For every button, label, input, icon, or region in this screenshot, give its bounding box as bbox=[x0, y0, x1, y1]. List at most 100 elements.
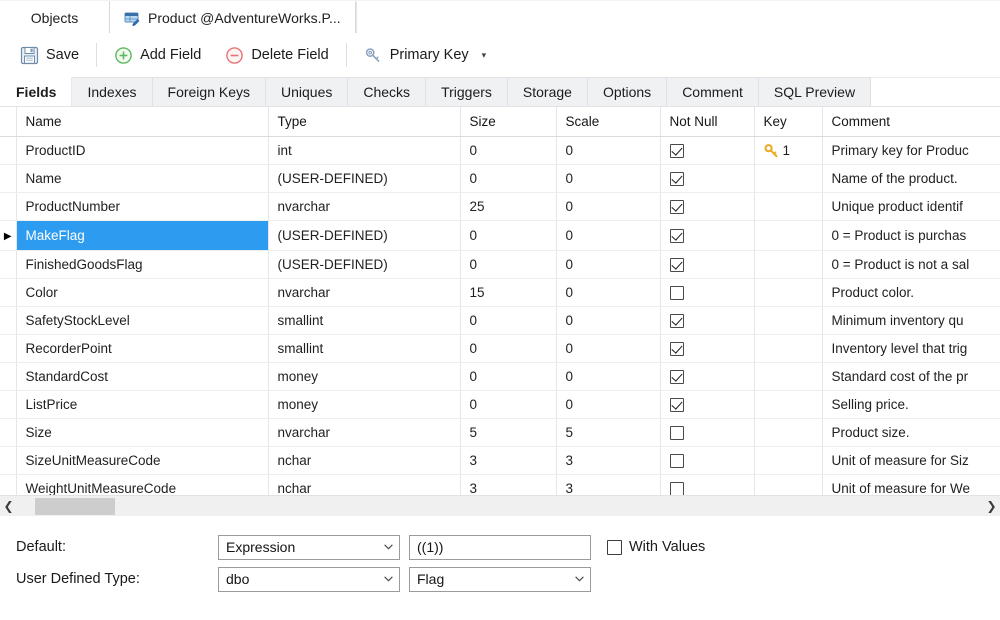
cell-scale[interactable]: 3 bbox=[556, 446, 661, 475]
table-row[interactable]: WeightUnitMeasureCode nchar 3 3 Unit of meas… bbox=[0, 474, 1000, 495]
tab-foreign-keys[interactable]: Foreign Keys bbox=[152, 77, 266, 106]
not-null-checkbox[interactable] bbox=[669, 482, 684, 495]
cell-scale[interactable]: 0 bbox=[556, 362, 661, 391]
cell-name[interactable]: SizeUnitMeasureCode bbox=[16, 446, 269, 475]
cell-key[interactable] bbox=[754, 474, 823, 495]
row-indicator[interactable] bbox=[0, 418, 17, 447]
cell-size[interactable]: 0 bbox=[460, 362, 557, 391]
tab-triggers[interactable]: Triggers bbox=[426, 77, 508, 106]
cell-not-null[interactable] bbox=[660, 306, 755, 335]
not-null-checkbox[interactable] bbox=[669, 172, 684, 187]
column-header-not-null[interactable]: Not Null bbox=[660, 107, 755, 137]
row-indicator[interactable] bbox=[0, 278, 17, 307]
cell-key[interactable] bbox=[754, 192, 823, 221]
cell-scale[interactable]: 0 bbox=[556, 192, 661, 221]
cell-size[interactable]: 0 bbox=[460, 306, 557, 335]
cell-not-null[interactable] bbox=[660, 334, 755, 363]
cell-name[interactable]: ProductID bbox=[16, 136, 269, 165]
cell-type[interactable]: nvarchar bbox=[268, 418, 461, 447]
not-null-checkbox[interactable] bbox=[669, 258, 684, 273]
cell-type[interactable]: (USER-DEFINED) bbox=[268, 250, 461, 279]
cell-not-null[interactable] bbox=[660, 250, 755, 279]
cell-name[interactable]: StandardCost bbox=[16, 362, 269, 391]
not-null-checkbox[interactable] bbox=[669, 426, 684, 441]
column-header-comment[interactable]: Comment bbox=[822, 107, 1000, 137]
cell-key[interactable] bbox=[754, 334, 823, 363]
with-values-checkbox[interactable]: With Values bbox=[607, 539, 705, 555]
cell-key[interactable] bbox=[754, 250, 823, 279]
cell-name[interactable]: RecorderPoint bbox=[16, 334, 269, 363]
row-indicator[interactable] bbox=[0, 362, 17, 391]
cell-comment[interactable]: Primary key for Produc bbox=[822, 136, 1000, 165]
row-indicator[interactable]: ▶ bbox=[0, 220, 17, 251]
scrollbar-track[interactable] bbox=[17, 496, 983, 517]
cell-type[interactable]: money bbox=[268, 362, 461, 391]
cell-comment[interactable]: Product size. bbox=[822, 418, 1000, 447]
cell-not-null[interactable] bbox=[660, 136, 755, 165]
row-indicator[interactable] bbox=[0, 136, 17, 165]
cell-key[interactable] bbox=[754, 220, 823, 251]
row-indicator[interactable] bbox=[0, 390, 17, 419]
table-row[interactable]: StandardCost money 0 0 Standard cost of the … bbox=[0, 362, 1000, 391]
cell-size[interactable]: 3 bbox=[460, 446, 557, 475]
tab-sql-preview[interactable]: SQL Preview bbox=[758, 77, 872, 106]
cell-type[interactable]: money bbox=[268, 390, 461, 419]
cell-size[interactable]: 15 bbox=[460, 278, 557, 307]
cell-scale[interactable]: 0 bbox=[556, 390, 661, 419]
table-row[interactable]: FinishedGoodsFlag (USER-DEFINED) 0 0 0 = Pro… bbox=[0, 250, 1000, 279]
cell-name[interactable]: Name bbox=[16, 164, 269, 193]
scroll-left-arrow-icon[interactable]: ❮ bbox=[0, 496, 17, 517]
row-indicator[interactable] bbox=[0, 164, 17, 193]
table-row[interactable]: Name (USER-DEFINED) 0 0 Name of the product. bbox=[0, 164, 1000, 193]
cell-comment[interactable]: Name of the product. bbox=[822, 164, 1000, 193]
cell-not-null[interactable] bbox=[660, 192, 755, 221]
not-null-checkbox[interactable] bbox=[669, 342, 684, 357]
cell-not-null[interactable] bbox=[660, 390, 755, 419]
cell-type[interactable]: smallint bbox=[268, 306, 461, 335]
cell-scale[interactable]: 0 bbox=[556, 136, 661, 165]
cell-name[interactable]: ProductNumber bbox=[16, 192, 269, 221]
cell-scale[interactable]: 0 bbox=[556, 250, 661, 279]
column-header-scale[interactable]: Scale bbox=[556, 107, 661, 137]
cell-not-null[interactable] bbox=[660, 278, 755, 307]
cell-comment[interactable]: Standard cost of the pr bbox=[822, 362, 1000, 391]
cell-type[interactable]: (USER-DEFINED) bbox=[268, 164, 461, 193]
table-row[interactable]: ListPrice money 0 0 Selling price. bbox=[0, 390, 1000, 419]
cell-name[interactable]: MakeFlag bbox=[16, 220, 269, 251]
tab-fields[interactable]: Fields bbox=[0, 77, 73, 106]
table-row[interactable]: ProductNumber nvarchar 25 0 Unique product i… bbox=[0, 192, 1000, 221]
cell-not-null[interactable] bbox=[660, 164, 755, 193]
cell-name[interactable]: WeightUnitMeasureCode bbox=[16, 474, 269, 495]
cell-size[interactable]: 0 bbox=[460, 164, 557, 193]
with-values-checkbox-box[interactable] bbox=[607, 539, 622, 555]
cell-size[interactable]: 0 bbox=[460, 334, 557, 363]
tab-options[interactable]: Options bbox=[587, 77, 668, 106]
cell-size[interactable]: 5 bbox=[460, 418, 557, 447]
cell-name[interactable]: ListPrice bbox=[16, 390, 269, 419]
cell-not-null[interactable] bbox=[660, 446, 755, 475]
cell-type[interactable]: nvarchar bbox=[268, 192, 461, 221]
row-indicator[interactable] bbox=[0, 192, 17, 221]
cell-scale[interactable]: 0 bbox=[556, 306, 661, 335]
cell-name[interactable]: FinishedGoodsFlag bbox=[16, 250, 269, 279]
cell-key[interactable] bbox=[754, 306, 823, 335]
window-tab-product[interactable]: Product @AdventureWorks.P... bbox=[110, 1, 356, 34]
cell-scale[interactable]: 0 bbox=[556, 278, 661, 307]
cell-size[interactable]: 25 bbox=[460, 192, 557, 221]
cell-size[interactable]: 0 bbox=[460, 220, 557, 251]
udt-schema-select[interactable]: dbo bbox=[218, 566, 400, 592]
cell-key[interactable]: 1 bbox=[754, 136, 823, 165]
cell-not-null[interactable] bbox=[660, 418, 755, 447]
cell-key[interactable] bbox=[754, 278, 823, 307]
row-indicator[interactable] bbox=[0, 474, 17, 495]
cell-comment[interactable]: Product color. bbox=[822, 278, 1000, 307]
cell-type[interactable]: int bbox=[268, 136, 461, 165]
tab-uniques[interactable]: Uniques bbox=[266, 77, 349, 106]
not-null-checkbox[interactable] bbox=[669, 286, 684, 301]
row-indicator[interactable] bbox=[0, 250, 17, 279]
cell-not-null[interactable] bbox=[660, 474, 755, 495]
cell-scale[interactable]: 0 bbox=[556, 220, 661, 251]
table-row[interactable]: SafetyStockLevel smallint 0 0 Minimum invent… bbox=[0, 306, 1000, 335]
cell-comment[interactable]: 0 = Product is not a sal bbox=[822, 250, 1000, 279]
cell-key[interactable] bbox=[754, 362, 823, 391]
